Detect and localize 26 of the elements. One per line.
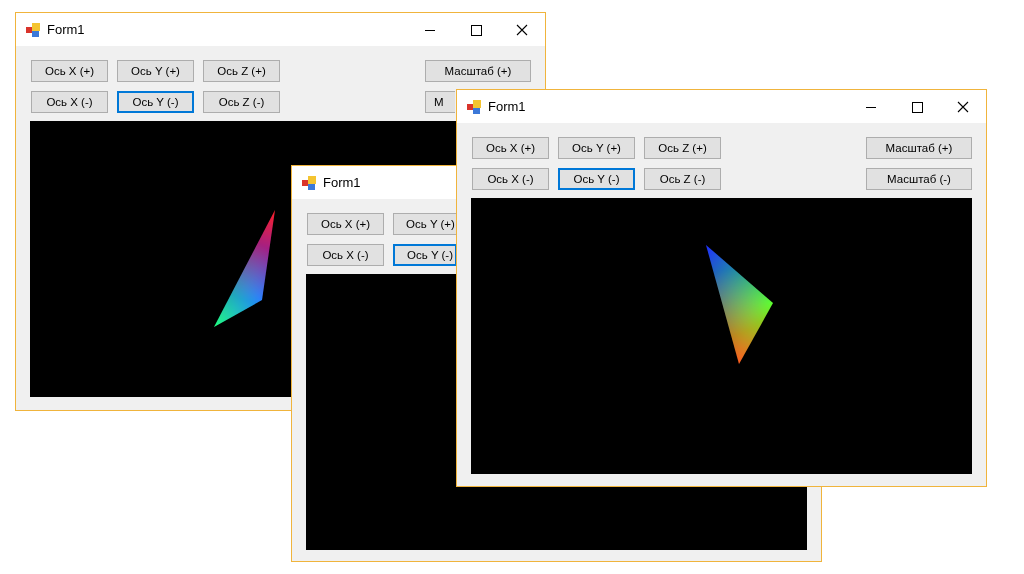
axis-button[interactable]: Ось Z (-) [644, 168, 721, 190]
scale-button[interactable]: Масштаб (+) [425, 60, 531, 82]
axis-button[interactable]: Ось Y (-) [558, 168, 635, 190]
app-icon [301, 174, 317, 191]
axis-button[interactable]: Ось Z (+) [644, 137, 721, 159]
app-icon [466, 98, 482, 115]
window-title: Form1 [488, 99, 526, 114]
axis-button[interactable]: Ось Y (-) [117, 91, 194, 113]
axis-button[interactable]: Ось Z (+) [203, 60, 280, 82]
axis-button[interactable]: Ось Y (+) [117, 60, 194, 82]
axis-button[interactable]: Ось Z (-) [203, 91, 280, 113]
axis-button[interactable]: Ось Y (+) [393, 213, 457, 235]
axis-button[interactable]: Ось Y (-) [393, 244, 457, 266]
axis-button[interactable]: Ось X (+) [472, 137, 549, 159]
axis-button[interactable]: Ось X (+) [307, 213, 384, 235]
axis-button[interactable]: Ось X (-) [472, 168, 549, 190]
window-title: Form1 [47, 22, 85, 37]
scale-button[interactable]: Масштаб (+) [866, 137, 972, 159]
axis-button[interactable]: Ось X (-) [307, 244, 384, 266]
axis-button[interactable]: Ось X (-) [31, 91, 108, 113]
scale-button[interactable]: Масштаб (-) [866, 168, 972, 190]
axis-button[interactable]: Ось Y (+) [558, 137, 635, 159]
app-icon [25, 21, 41, 38]
axis-button[interactable]: Ось X (+) [31, 60, 108, 82]
window-title: Form1 [323, 175, 361, 190]
scale-button[interactable]: М [425, 91, 455, 113]
